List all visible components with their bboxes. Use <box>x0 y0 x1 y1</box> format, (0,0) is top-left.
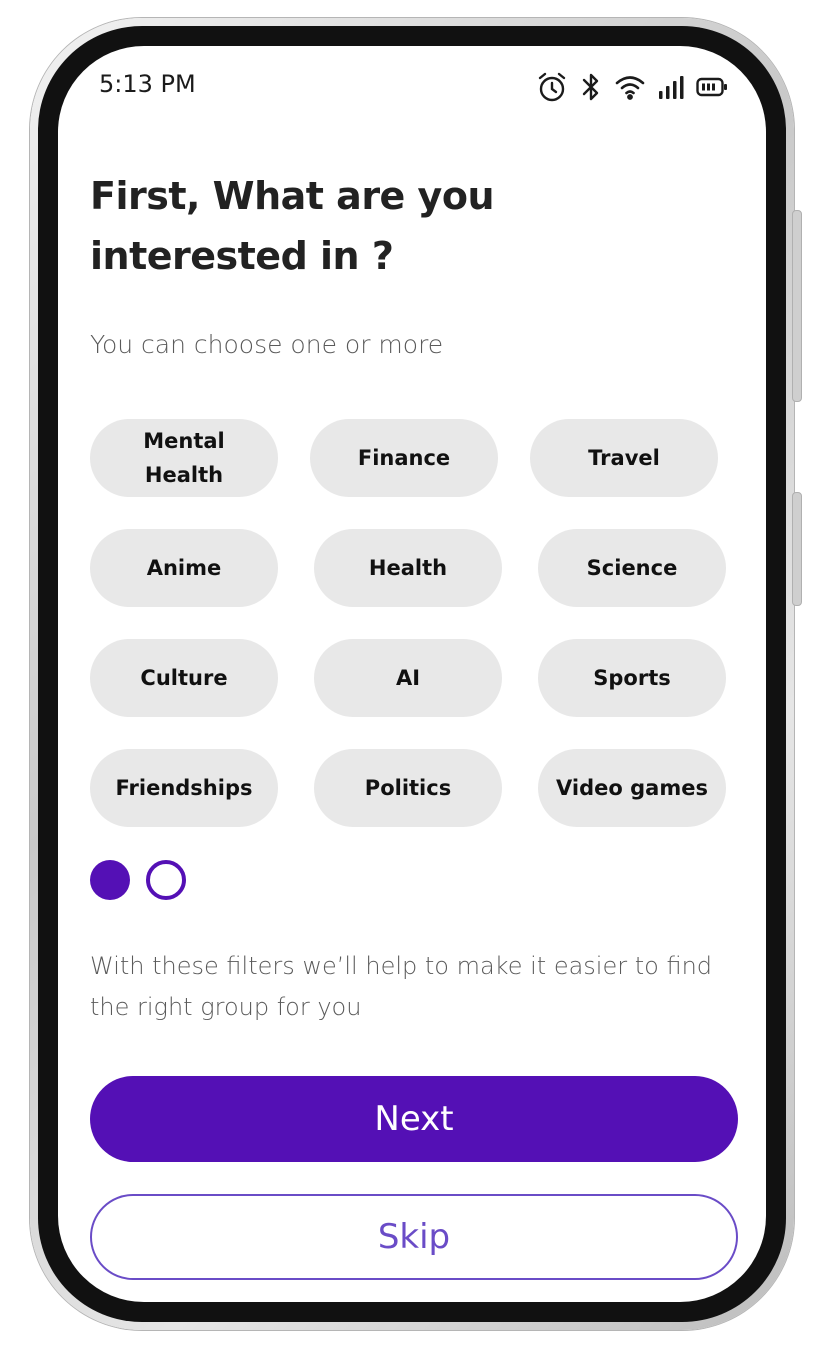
pagination-dots <box>90 860 186 900</box>
interest-chip-health[interactable]: Health <box>314 529 502 607</box>
status-icons <box>536 70 728 104</box>
screen: 5:13 PM First, What are you interested i… <box>58 46 766 1302</box>
interest-chip-mental-health[interactable]: Mental Health <box>90 419 278 497</box>
interest-chip-politics[interactable]: Politics <box>314 749 502 827</box>
interest-chip-science[interactable]: Science <box>538 529 726 607</box>
bluetooth-icon <box>580 72 602 102</box>
interest-chip-finance[interactable]: Finance <box>310 419 498 497</box>
volume-button <box>792 492 802 606</box>
interest-chip-friendships[interactable]: Friendships <box>90 749 278 827</box>
interest-chip-sports[interactable]: Sports <box>538 639 726 717</box>
battery-icon <box>696 76 728 98</box>
signal-icon <box>658 74 684 100</box>
page-subtitle: You can choose one or more <box>90 330 444 359</box>
helper-text: With these filters we’ll help to make it… <box>90 952 713 1021</box>
interest-chip-video-games[interactable]: Video games <box>538 749 726 827</box>
interest-chip-anime[interactable]: Anime <box>90 529 278 607</box>
next-button[interactable]: Next <box>90 1076 738 1162</box>
page-title: First, What are you interested in ? <box>90 174 495 278</box>
interest-chip-culture[interactable]: Culture <box>90 639 278 717</box>
interest-chip-travel[interactable]: Travel <box>530 419 718 497</box>
page-dot-active <box>90 860 130 900</box>
status-time: 5:13 PM <box>99 70 196 98</box>
page-dot-inactive <box>146 860 186 900</box>
power-button <box>792 210 802 402</box>
wifi-icon <box>614 73 646 101</box>
skip-button[interactable]: Skip <box>90 1194 738 1280</box>
interest-chip-ai[interactable]: AI <box>314 639 502 717</box>
alarm-icon <box>536 71 568 103</box>
